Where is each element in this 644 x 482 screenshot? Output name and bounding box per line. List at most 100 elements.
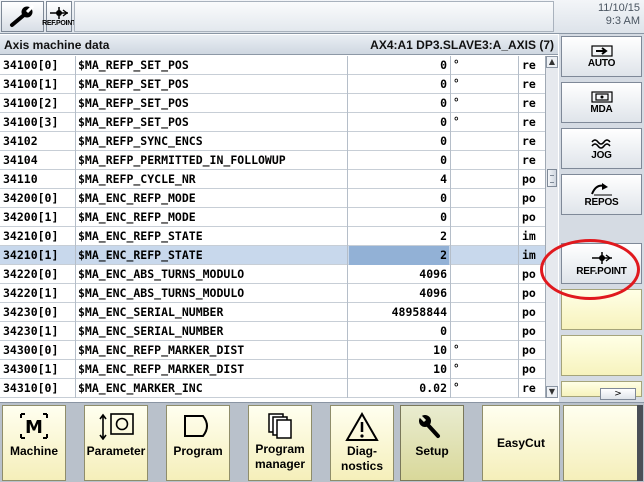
repos-softkey[interactable]: REPOS (561, 174, 642, 215)
table-row[interactable]: 34300[0] $MA_ENC_REFP_MARKER_DIST 10 ° po (0, 341, 545, 360)
program-manager-softkey[interactable]: Program manager (248, 405, 312, 481)
setup-wrench-button[interactable] (1, 1, 44, 32)
empty-horizontal-softkey[interactable] (563, 405, 639, 481)
param-number-cell: 34230[1] (3, 324, 59, 338)
program-manager-label-line1: Program (255, 442, 305, 456)
axis-info: AX4:A1 DP3.SLAVE3:A_AXIS (7) (370, 37, 554, 52)
jog-softkey[interactable]: JOG (561, 128, 642, 169)
table-row[interactable]: 34100[1] $MA_REFP_SET_POS 0 ° re (0, 75, 545, 94)
table-row[interactable]: 34100[0] $MA_REFP_SET_POS 0 ° re (0, 56, 545, 75)
table-row[interactable]: 34200[1] $MA_ENC_REFP_MODE 0 po (0, 208, 545, 227)
param-value-cell[interactable]: 0 (349, 75, 449, 94)
scroll-up-icon[interactable]: ▲ (546, 56, 558, 68)
param-activation-cell: im (522, 248, 536, 262)
diagnostics-label-line2: nostics (340, 459, 383, 473)
refpoint-icon (591, 251, 612, 264)
param-value-cell[interactable]: 4096 (349, 265, 449, 284)
param-number-cell: 34100[3] (3, 115, 59, 129)
param-activation-cell: re (522, 134, 536, 148)
table-row[interactable]: 34110 $MA_REFP_CYCLE_NR 4 po (0, 170, 545, 189)
refpoint-mode-indicator[interactable]: REF.POINT (42, 1, 76, 32)
empty-softkey-7[interactable] (561, 335, 642, 376)
param-value-cell[interactable]: 0 (349, 208, 449, 227)
param-unit-cell: ° (454, 78, 459, 90)
param-name-cell: $MA_ENC_REFP_MARKER_DIST (78, 343, 245, 357)
table-row[interactable]: 34100[2] $MA_REFP_SET_POS 0 ° re (0, 94, 545, 113)
param-number-cell: 34210[1] (3, 248, 59, 262)
refpoint-softkey[interactable]: REF.POINT (561, 243, 642, 284)
param-name-cell: $MA_ENC_SERIAL_NUMBER (78, 324, 224, 338)
mda-icon (590, 90, 613, 103)
param-value-cell[interactable]: 0 (349, 322, 449, 341)
auto-softkey[interactable]: AUTO (561, 36, 642, 77)
refpoint-icon (50, 6, 69, 19)
table-row[interactable]: 34230[1] $MA_ENC_SERIAL_NUMBER 0 po (0, 322, 545, 341)
param-unit-cell: ° (454, 116, 459, 128)
program-manager-icon (268, 413, 292, 439)
param-value-cell[interactable]: 10 (349, 341, 449, 360)
table-row[interactable]: 34230[0] $MA_ENC_SERIAL_NUMBER 48958844 po (0, 303, 545, 322)
clock: 11/10/15 9:3 AM (598, 2, 640, 28)
param-activation-cell: po (522, 305, 536, 319)
scroll-thumb[interactable] (547, 169, 557, 187)
program-icon (184, 415, 208, 437)
param-name-cell: $MA_ENC_REFP_STATE (78, 229, 203, 243)
param-activation-cell: re (522, 77, 536, 91)
param-name-cell: $MA_REFP_PERMITTED_IN_FOLLOWUP (78, 153, 286, 167)
param-number-cell: 34220[0] (3, 267, 59, 281)
param-value-cell[interactable]: 0.02 (349, 379, 449, 398)
vertical-softkey-next-button[interactable]: > (600, 388, 636, 400)
table-row[interactable]: 34300[1] $MA_ENC_REFP_MARKER_DIST 10 ° po (0, 360, 545, 379)
param-value-cell[interactable]: 0 (349, 189, 449, 208)
table-row[interactable]: 34310[0] $MA_ENC_MARKER_INC 0.02 ° re (0, 379, 545, 398)
setup-softkey[interactable]: Setup (400, 405, 464, 481)
param-value-cell[interactable]: 0 (349, 113, 449, 132)
repos-arrow-icon (590, 182, 612, 195)
param-value-cell[interactable]: 0 (349, 132, 449, 151)
table-row[interactable]: 34220[1] $MA_ENC_ABS_TURNS_MODULO 4096 po (0, 284, 545, 303)
table-row[interactable]: 34100[3] $MA_REFP_SET_POS 0 ° re (0, 113, 545, 132)
horizontal-softkey-next-bar[interactable] (637, 405, 643, 481)
param-unit-cell (452, 132, 518, 151)
column-divider (75, 56, 76, 398)
table-row[interactable]: 34102 $MA_REFP_SYNC_ENCS 0 re (0, 132, 545, 151)
column-divider (518, 56, 519, 398)
table-scrollbar[interactable]: ▲ ▼ (545, 56, 558, 398)
param-name-cell: $MA_REFP_SET_POS (78, 96, 189, 110)
table-row[interactable]: 34210[0] $MA_ENC_REFP_STATE 2 im (0, 227, 545, 246)
scroll-down-icon[interactable]: ▼ (546, 386, 558, 398)
machine-softkey[interactable]: M Machine (2, 405, 66, 481)
param-value-cell[interactable]: 0 (349, 94, 449, 113)
param-activation-cell: po (522, 286, 536, 300)
param-unit-cell (452, 303, 518, 322)
param-value-cell[interactable]: 2 (349, 227, 449, 246)
program-softkey[interactable]: Program (166, 405, 230, 481)
table-row[interactable]: 34220[0] $MA_ENC_ABS_TURNS_MODULO 4096 po (0, 265, 545, 284)
param-value-cell[interactable]: 2 (349, 246, 449, 265)
table-row[interactable]: 34200[0] $MA_ENC_REFP_MODE 0 po (0, 189, 545, 208)
table-row[interactable]: 34210[1] $MA_ENC_REFP_STATE 2 im (0, 246, 545, 265)
machine-data-table: 34100[0] $MA_REFP_SET_POS 0 ° re 34100[1] $MA_… (0, 56, 545, 398)
diagnostics-softkey[interactable]: Diag- nostics (330, 405, 394, 481)
param-activation-cell: re (522, 115, 536, 129)
parameter-softkey[interactable]: Parameter (84, 405, 148, 481)
param-number-cell: 34300[0] (3, 343, 59, 357)
param-number-cell: 34104 (3, 153, 38, 167)
table-row[interactable]: 34104 $MA_REFP_PERMITTED_IN_FOLLOWUP 0 re (0, 151, 545, 170)
param-value-cell[interactable]: 0 (349, 151, 449, 170)
param-activation-cell: po (522, 267, 536, 281)
param-unit-cell (452, 208, 518, 227)
window-title: Axis machine data (4, 37, 110, 52)
easycut-softkey[interactable]: EasyCut (482, 405, 560, 481)
param-value-cell[interactable]: 10 (349, 360, 449, 379)
param-unit-cell (452, 151, 518, 170)
param-value-cell[interactable]: 4 (349, 170, 449, 189)
param-value-cell[interactable]: 0 (349, 56, 449, 75)
auto-arrow-icon (590, 44, 613, 57)
param-value-cell[interactable]: 4096 (349, 284, 449, 303)
param-name-cell: $MA_REFP_SET_POS (78, 115, 189, 129)
empty-softkey-6[interactable] (561, 289, 642, 330)
status-area (74, 1, 554, 32)
mda-softkey[interactable]: MDA (561, 82, 642, 123)
param-value-cell[interactable]: 48958844 (349, 303, 449, 322)
